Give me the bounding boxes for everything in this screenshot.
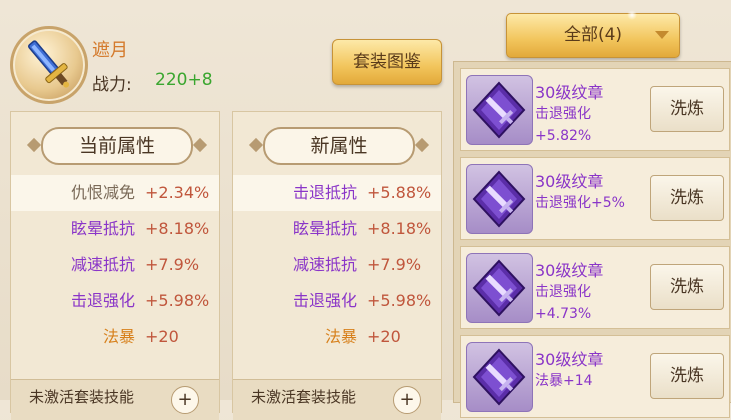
emblem-gem-icon bbox=[466, 75, 533, 145]
emblem-gem-icon bbox=[466, 164, 533, 234]
attribute-name: 减速抵抗 bbox=[70, 255, 135, 274]
attribute-name: 眩晕抵抗 bbox=[292, 219, 357, 238]
filter-label: 全部(4) bbox=[563, 25, 623, 45]
weapon-avatar[interactable] bbox=[10, 26, 88, 104]
set-collection-button[interactable]: 套装图鉴 bbox=[332, 39, 442, 85]
emblem-effect: 击退强化+4.73% bbox=[535, 284, 592, 322]
attribute-row: 眩晕抵抗 +8.18% bbox=[11, 211, 219, 247]
panel-title: 当前属性 bbox=[41, 127, 193, 165]
filter-dropdown[interactable]: 全部(4) bbox=[506, 10, 680, 58]
refine-button[interactable]: 洗炼 bbox=[650, 264, 724, 310]
info-button[interactable]: + bbox=[393, 386, 421, 414]
refine-button[interactable]: 洗炼 bbox=[650, 86, 724, 132]
attribute-name: 减速抵抗 bbox=[292, 255, 357, 274]
attribute-value: +7.9% bbox=[145, 255, 200, 274]
refine-button[interactable]: 洗炼 bbox=[650, 175, 724, 221]
emblem-card[interactable]: 30级纹章击退强化+5% 洗炼 bbox=[460, 157, 730, 240]
attribute-value: +20 bbox=[145, 327, 179, 346]
attribute-value: +5.98% bbox=[145, 291, 210, 310]
emblem-card[interactable]: 30级纹章击退强化+5.82% 洗炼 bbox=[460, 68, 730, 151]
emblem-list[interactable]: 30级纹章 击退强化+5.82% 洗炼 30级纹章 击退强化+5% 洗炼 30级纹章 击退强化… bbox=[453, 61, 731, 418]
attribute-name: 击退强化 bbox=[292, 291, 357, 310]
emblem-card[interactable]: 30级纹章击退强化+4.73% 洗炼 bbox=[460, 246, 730, 329]
inactive-set-skill-label: 未激活套装技能 bbox=[251, 388, 357, 406]
attribute-value: +20 bbox=[367, 327, 401, 346]
emblem-title: 30级纹章 bbox=[535, 261, 604, 280]
attribute-row: 法暴 +20 bbox=[11, 319, 219, 355]
item-name: 遮月 bbox=[92, 40, 128, 61]
attribute-name: 击退抵抗 bbox=[292, 183, 357, 202]
attribute-row: 击退强化 +5.98% bbox=[233, 283, 441, 319]
emblem-title: 30级纹章 bbox=[535, 172, 604, 191]
emblem-title: 30级纹章 bbox=[535, 350, 604, 369]
emblem-title: 30级纹章 bbox=[535, 83, 604, 102]
attribute-value: +5.88% bbox=[367, 183, 432, 202]
emblem-effect: 法暴+14 bbox=[535, 373, 593, 389]
attribute-row: 击退强化 +5.98% bbox=[11, 283, 219, 319]
refine-button[interactable]: 洗炼 bbox=[650, 353, 724, 399]
chevron-down-icon bbox=[655, 31, 669, 39]
attribute-value: +7.9% bbox=[367, 255, 422, 274]
attribute-row: 减速抵抗 +7.9% bbox=[11, 247, 219, 283]
emblem-gem-icon bbox=[466, 253, 533, 323]
current-attributes-panel: 当前属性 仇恨减免 +2.34% 眩晕抵抗 +8.18% 减速抵抗 +7.9% 击退强化 +5… bbox=[10, 111, 220, 420]
sword-icon bbox=[28, 40, 70, 88]
attribute-row: 法暴 +20 bbox=[233, 319, 441, 355]
attribute-row: 击退抵抗 +5.88% bbox=[233, 175, 441, 211]
emblem-card[interactable]: 30级纹章法暴+14 洗炼 bbox=[460, 335, 730, 418]
new-attributes-panel: 新属性 击退抵抗 +5.88% 眩晕抵抗 +8.18% 减速抵抗 +7.9% 击退强化 +5.… bbox=[232, 111, 442, 420]
emblem-effect: 击退强化+5% bbox=[535, 195, 625, 211]
info-button[interactable]: + bbox=[171, 386, 199, 414]
attribute-value: +8.18% bbox=[145, 219, 210, 238]
emblem-effect: 击退强化+5.82% bbox=[535, 106, 592, 144]
attribute-value: +2.34% bbox=[145, 183, 210, 202]
emblem-gem-icon bbox=[466, 342, 533, 412]
attribute-name: 仇恨减免 bbox=[70, 183, 135, 202]
attribute-value: +5.98% bbox=[367, 291, 432, 310]
attribute-name: 法暴 bbox=[102, 327, 135, 346]
attribute-name: 击退强化 bbox=[70, 291, 135, 310]
attribute-name: 眩晕抵抗 bbox=[70, 219, 135, 238]
power-value: 220+8 bbox=[155, 70, 213, 90]
attribute-row: 眩晕抵抗 +8.18% bbox=[233, 211, 441, 247]
attribute-value: +8.18% bbox=[367, 219, 432, 238]
attribute-name: 法暴 bbox=[324, 327, 357, 346]
sparkle-icon bbox=[627, 10, 637, 20]
attribute-row: 减速抵抗 +7.9% bbox=[233, 247, 441, 283]
attribute-row: 仇恨减免 +2.34% bbox=[11, 175, 219, 211]
power-label: 战力: bbox=[92, 75, 132, 95]
inactive-set-skill-label: 未激活套装技能 bbox=[29, 388, 135, 406]
panel-title: 新属性 bbox=[263, 127, 415, 165]
